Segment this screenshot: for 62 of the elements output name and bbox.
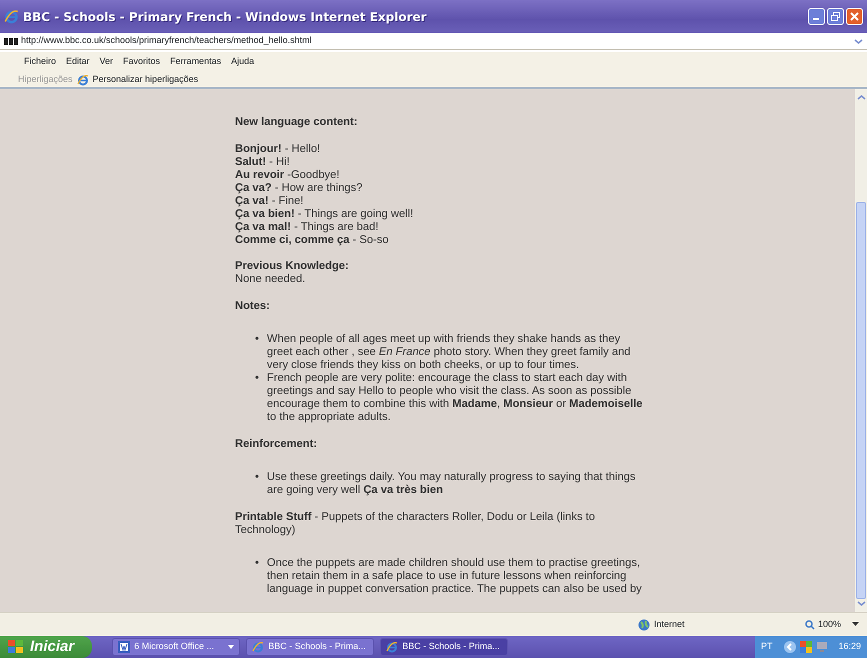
scroll-down-icon[interactable] (856, 599, 866, 608)
menu-item[interactable]: Favoritos (123, 55, 160, 69)
caret-icon[interactable] (852, 622, 859, 627)
scroll-up-icon[interactable] (856, 93, 866, 102)
menu-item[interactable]: Ferramentas (170, 55, 222, 69)
close-button[interactable] (846, 8, 863, 25)
zoom-icon (804, 620, 815, 630)
link-item[interactable]: Personalizar hiperligações (92, 72, 198, 86)
globe-icon (638, 618, 650, 630)
taskbar-button[interactable]: 6 Microsoft Office ... (112, 638, 240, 656)
restore-icon (831, 12, 840, 21)
section-heading: New language content: (235, 116, 358, 129)
menu-item[interactable]: Ver (100, 55, 114, 69)
dropdown-icon[interactable] (854, 36, 863, 46)
phrase-line: Ça va! - Fine! (235, 194, 304, 208)
bullet: • (255, 333, 259, 347)
security-zone: Internet (654, 618, 685, 631)
scrollbar-thumb[interactable] (856, 202, 866, 600)
links-label: Hiperligações (18, 72, 73, 86)
address-field[interactable]: http://www.bbc.co.uk/schools/primaryfrench/teachers/method_hello.shtml (21, 34, 312, 48)
section-heading: Previous Knowledge: (235, 260, 350, 273)
phrase-line: Salut! - Hi! (235, 156, 291, 168)
phrase-line: Bonjour! - Hello! (235, 142, 322, 156)
phrase-line: Au revoir -Goodbye! (235, 168, 340, 182)
phrase-line: Ça va mal! - Things are bad! (235, 220, 380, 234)
taskbar-button[interactable]: BBC - Schools - Prima... (246, 638, 374, 656)
section-heading: Notes: (235, 300, 271, 312)
bullet: • (255, 557, 259, 571)
windows-logo-icon (8, 640, 24, 654)
paragraph: None needed. (235, 273, 306, 286)
taskbar-button[interactable]: BBC - Schools - Prima... (380, 638, 508, 656)
clock: 16:29 (838, 640, 861, 654)
bullet: • (255, 372, 259, 386)
flag-icon[interactable] (800, 641, 812, 653)
zoom-level[interactable]: 100% (818, 618, 841, 632)
menu-item[interactable]: Ajuda (231, 55, 254, 69)
list-item: Use these greetings daily. You may naturally progress to saying that things are going very well Ça va très bien (266, 471, 636, 497)
menu-item[interactable]: Ficheiro (24, 55, 56, 69)
restore-button[interactable] (827, 8, 844, 25)
browser-icon (76, 74, 89, 86)
list-item: Once the puppets are made children should use them to practise greetings, then retain them in a safe place to use in future lessons when reinforcing language in puppet conversation practice. The puppets can also be used by (266, 557, 643, 596)
phrase-line: Ça va? - How are things? (235, 182, 364, 194)
scrollbar[interactable] (855, 89, 867, 612)
site-icon (4, 38, 18, 44)
start-button[interactable]: Iniciar (0, 636, 92, 658)
bullet: • (255, 471, 259, 485)
minimize-button[interactable] (808, 8, 825, 25)
list-item: French people are very polite: encourage the class to start each day with greetings and say Hello to people who visit the class. As soon as possible encourage them to combine this with Madame, Monsieur or Mademoiselle to the appropriate adults. (266, 372, 644, 424)
phrase-line: Comme ci, comme ça - So-so (235, 234, 390, 246)
paragraph: Printable Stuff - Puppets of the characters Roller, Dodu or Leila (links to Technology) (235, 510, 596, 536)
list-item: When people of all ages meet up with friends they shake hands as they greet each other , see En France photo story. When they greet family and very close friends they kiss on both cheeks, or up to four times. (266, 333, 632, 372)
close-icon (850, 12, 859, 21)
menu-item[interactable]: Editar (66, 55, 90, 69)
phrase-line: Ça va bien! - Things are going well! (235, 208, 414, 220)
browser-icon (252, 641, 264, 653)
chevron-icon[interactable] (784, 641, 796, 653)
browser-icon (386, 641, 398, 653)
browser-icon (4, 9, 19, 24)
document-icon (118, 641, 130, 653)
window-title: BBC - Schools - Primary French - Windows Internet Explorer (23, 8, 427, 26)
caret-icon (228, 645, 234, 649)
section-heading: Reinforcement: (235, 438, 318, 450)
